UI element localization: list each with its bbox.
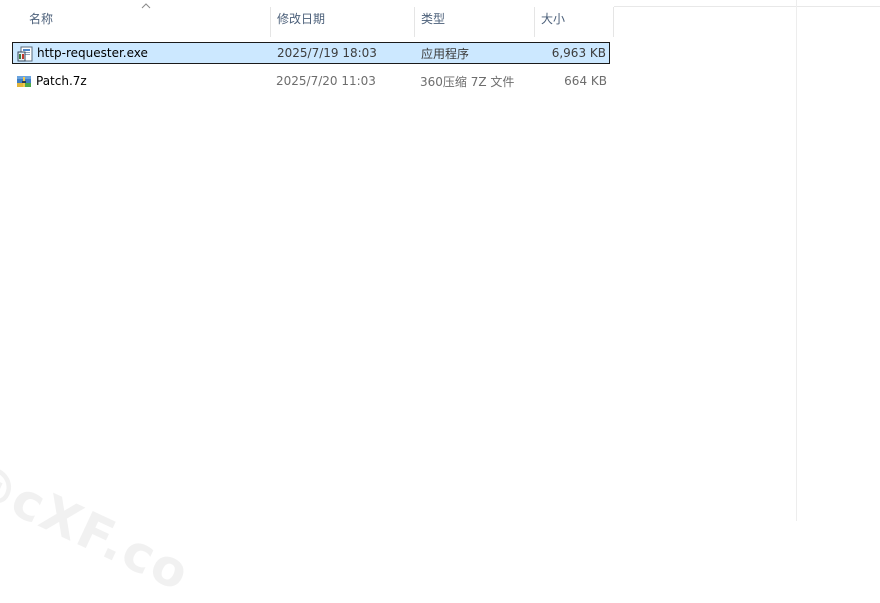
column-resize-handle-size[interactable] [613, 7, 614, 37]
exe-application-icon [17, 46, 33, 62]
file-row[interactable]: http-requester.exe 2025/7/19 18:03 应用程序 … [12, 42, 610, 64]
file-size: 6,963 KB [551, 46, 606, 60]
file-name: http-requester.exe [37, 46, 148, 60]
file-name: Patch.7z [36, 74, 87, 88]
file-type: 360压缩 7Z 文件 [420, 74, 515, 89]
file-date: 2025/7/20 11:03 [276, 74, 376, 88]
file-size: 664 KB [564, 74, 607, 88]
watermark-text: @cXF.co [0, 448, 200, 603]
archive-7z-icon [17, 76, 31, 87]
file-row[interactable]: Patch.7z 2025/7/20 11:03 360压缩 7Z 文件 664… [12, 70, 610, 92]
column-header-size-label: 大小 [541, 12, 566, 26]
column-header-date[interactable]: 修改日期 [271, 0, 414, 37]
file-type: 应用程序 [421, 46, 470, 61]
column-header-name-label: 名称 [29, 12, 54, 26]
pane-divider [796, 0, 797, 521]
column-header-size[interactable]: 大小 [535, 0, 613, 37]
column-header-type[interactable]: 类型 [415, 0, 534, 37]
file-date: 2025/7/19 18:03 [277, 46, 377, 60]
header-divider [614, 6, 880, 7]
column-header-name[interactable]: 名称 [23, 0, 270, 37]
column-header-type-label: 类型 [421, 12, 446, 26]
column-header-date-label: 修改日期 [277, 12, 326, 26]
